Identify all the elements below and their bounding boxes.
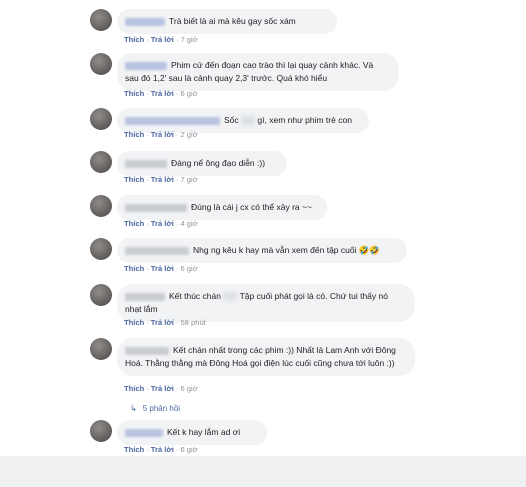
author-name-blurred[interactable]: [125, 292, 165, 301]
avatar[interactable]: [90, 238, 112, 260]
avatar[interactable]: [90, 338, 112, 360]
avatar[interactable]: [90, 53, 112, 75]
timestamp[interactable]: 58 phút: [180, 318, 205, 327]
reply-link[interactable]: Trả lời: [151, 89, 174, 98]
avatar[interactable]: [90, 151, 112, 173]
comment-actions: Thích · Trả lời · 6 giờ: [124, 445, 198, 454]
reply-link[interactable]: Trả lời: [151, 384, 174, 393]
like-link[interactable]: Thích: [124, 384, 144, 393]
reply-arrow-icon: ↳: [130, 404, 137, 413]
like-link[interactable]: Thích: [124, 89, 144, 98]
comment-bubble: Trà biết là ai mà kêu gay sốc xám: [117, 9, 337, 34]
view-replies-link[interactable]: ↳ 5 phản hồi: [130, 404, 180, 413]
timestamp[interactable]: 6 giờ: [180, 445, 197, 454]
like-link[interactable]: Thích: [124, 264, 144, 273]
reply-link[interactable]: Trả lời: [151, 264, 174, 273]
comment-bubble: Đúng là cái j cx có thể xảy ra ~~: [117, 195, 327, 220]
author-name-blurred[interactable]: [125, 17, 165, 26]
timestamp[interactable]: 6 giờ: [180, 264, 197, 273]
avatar[interactable]: [90, 195, 112, 217]
like-link[interactable]: Thích: [124, 219, 144, 228]
comment-text: Kết k hay lắm ad ơi: [167, 427, 241, 437]
reply-link[interactable]: Trả lời: [151, 219, 174, 228]
author-name-blurred[interactable]: [125, 116, 220, 125]
timestamp[interactable]: 7 giờ: [180, 35, 197, 44]
reply-link[interactable]: Trả lời: [151, 130, 174, 139]
timestamp[interactable]: 7 giờ: [180, 175, 197, 184]
comment-bubble: Nhg ng kêu k hay mà vẫn xem đến tập cuối…: [117, 238, 407, 263]
author-name-blurred[interactable]: [125, 346, 169, 355]
like-link[interactable]: Thích: [124, 35, 144, 44]
timestamp[interactable]: 6 giờ: [180, 89, 197, 98]
comment-bubble: Kết thúc chán Tập cuối phát gọi là có. C…: [117, 284, 415, 322]
comment-text-part-2: gì, xem như phim trẻ con: [257, 115, 352, 125]
author-name-blurred[interactable]: [125, 159, 167, 168]
comment-text: Trà biết là ai mà kêu gay sốc xám: [169, 16, 296, 26]
comment-actions: Thích · Trả lời · 4 giờ: [124, 219, 198, 228]
reply-link[interactable]: Trả lời: [151, 175, 174, 184]
comment-actions: Thích · Trả lời · 58 phút: [124, 318, 206, 327]
reply-link[interactable]: Trả lời: [151, 318, 174, 327]
comment-text-part-1: Kết thúc chán: [169, 291, 221, 301]
avatar[interactable]: [90, 108, 112, 130]
comment-text: Nhg ng kêu k hay mà vẫn xem đến tập cuối…: [193, 245, 381, 255]
comment-actions: Thích · Trả lời · 7 giờ: [124, 35, 198, 44]
comment-text: Đáng nể ông đạo diễn :)): [171, 158, 266, 168]
comment-bubble: Kết k hay lắm ad ơi: [117, 420, 267, 445]
timestamp[interactable]: 2 giờ: [180, 130, 197, 139]
like-link[interactable]: Thích: [124, 445, 144, 454]
comment-bubble: Đáng nể ông đạo diễn :)): [117, 151, 287, 176]
comment-actions: Thích · Trả lời · 6 giờ: [124, 264, 198, 273]
avatar[interactable]: [90, 420, 112, 442]
comment-actions: Thích · Trả lời · 7 giờ: [124, 175, 198, 184]
author-name-blurred[interactable]: [125, 428, 163, 437]
censored-word: [241, 116, 256, 126]
replies-count-label: 5 phản hồi: [142, 404, 181, 413]
comment-text: Đúng là cái j cx có thể xảy ra ~~: [191, 202, 312, 212]
like-link[interactable]: Thích: [124, 318, 144, 327]
author-name-blurred[interactable]: [125, 246, 189, 255]
timestamp[interactable]: 6 giờ: [180, 384, 197, 393]
author-name-blurred[interactable]: [125, 203, 187, 212]
comment-actions: Thích · Trả lời · 6 giờ: [124, 384, 198, 393]
reply-link[interactable]: Trả lời: [151, 445, 174, 454]
reply-link[interactable]: Trả lời: [151, 35, 174, 44]
comment-bubble: Kết chán nhất trong các phim :)) Nhất là…: [117, 338, 415, 376]
like-link[interactable]: Thích: [124, 130, 144, 139]
comment-actions: Thích · Trả lời · 6 giờ: [124, 89, 198, 98]
comment-actions: Thích · Trả lời · 2 giờ: [124, 130, 198, 139]
comment-text-part-1: Sốc: [224, 115, 239, 125]
comment-composer-area: [0, 456, 526, 487]
like-link[interactable]: Thích: [124, 175, 144, 184]
avatar[interactable]: [90, 9, 112, 31]
comment-bubble: Phim cứ đến đoạn cao trào thì lại quay c…: [117, 53, 399, 91]
timestamp[interactable]: 4 giờ: [180, 219, 197, 228]
author-name-blurred[interactable]: [125, 61, 167, 70]
avatar[interactable]: [90, 284, 112, 306]
censored-word: [223, 292, 238, 302]
